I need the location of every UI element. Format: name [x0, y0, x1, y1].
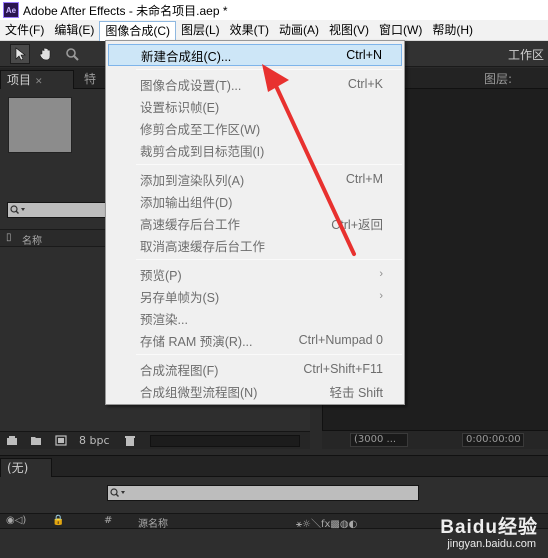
menu-item-cache-work-area[interactable]: 高速缓存后台工作 Ctrl+返回: [108, 212, 402, 234]
menu-item-label: 设置标识帧(E): [140, 100, 220, 115]
menu-item-label: 添加到渲染队列(A): [140, 173, 245, 188]
menu-item-shortcut: Ctrl+N: [346, 48, 382, 62]
composition-footer: (3000 ... 0:00:00:00: [322, 430, 548, 449]
tab-project[interactable]: 项目 ✕: [0, 70, 74, 89]
menu-window[interactable]: 窗口(W): [374, 21, 427, 40]
project-thumbnail: [8, 97, 72, 153]
menu-separator: [136, 69, 402, 70]
menu-item-label: 合成组微型流程图(N): [140, 385, 258, 400]
tab-layer[interactable]: 图层:（无）: [478, 70, 548, 104]
menu-item-save-ram-preview[interactable]: 存储 RAM 预演(R)... Ctrl+Numpad 0: [108, 329, 402, 351]
menu-help[interactable]: 帮助(H): [427, 21, 478, 40]
menu-item-label: 高速缓存后台工作: [140, 217, 241, 232]
menu-separator: [136, 354, 402, 355]
menu-item-shortcut: Ctrl+返回: [331, 217, 383, 232]
label-column-header: #: [104, 515, 113, 526]
visibility-icon[interactable]: ◉◁): [6, 515, 26, 526]
label-icon: ▯: [6, 232, 12, 243]
menu-item-trim-comp[interactable]: 修剪合成至工作区(W): [108, 117, 402, 139]
menu-item-shortcut: Ctrl+Shift+F11: [303, 362, 383, 376]
selection-tool-icon[interactable]: [10, 44, 30, 64]
menu-item-label: 合成流程图(F): [140, 363, 219, 378]
menu-file[interactable]: 文件(F): [0, 21, 49, 40]
zoom-tool-icon[interactable]: [62, 44, 82, 64]
menu-item-cancel-cache[interactable]: 取消高速缓存后台工作: [108, 234, 402, 256]
watermark-logo-text: Baidu经验: [440, 517, 538, 538]
submenu-arrow-icon: ›: [379, 268, 383, 280]
menu-item-comp-flowchart[interactable]: 合成流程图(F) Ctrl+Shift+F11: [108, 358, 402, 380]
menu-item-crop-comp[interactable]: 裁剪合成到目标范围(I): [108, 139, 402, 161]
hand-tool-icon[interactable]: [36, 44, 56, 64]
project-search-input[interactable]: [7, 202, 107, 218]
search-icon: [110, 488, 125, 497]
menu-separator: [136, 164, 402, 165]
menu-view[interactable]: 视图(V): [324, 21, 374, 40]
menu-item-shortcut: 轻击 Shift: [329, 385, 384, 400]
after-effects-logo-icon: Ae: [3, 2, 19, 18]
tab-project-label: 项目: [7, 73, 32, 87]
menu-item-label: 裁剪合成到目标范围(I): [140, 144, 265, 159]
menu-bar: 文件(F) 编辑(E) 图像合成(C) 图层(L) 效果(T) 动画(A) 视图…: [0, 20, 548, 41]
search-icon: [10, 205, 25, 214]
composition-menu-dropdown: 新建合成组(C)... Ctrl+N 图像合成设置(T)... Ctrl+K 设置标…: [105, 40, 405, 405]
close-icon[interactable]: ✕: [35, 77, 43, 87]
menu-animation[interactable]: 动画(A): [274, 21, 324, 40]
menu-item-composition-settings[interactable]: 图像合成设置(T)... Ctrl+K: [108, 73, 402, 95]
menu-item-shortcut: Ctrl+M: [345, 172, 383, 186]
menu-item-label: 新建合成组(C)...: [141, 49, 232, 64]
project-footer: 8 bpc: [0, 431, 310, 449]
menu-edit[interactable]: 编辑(E): [49, 21, 99, 40]
menu-item-add-output-module[interactable]: 添加输出组件(D): [108, 190, 402, 212]
lock-icon[interactable]: 🔒: [52, 515, 64, 526]
menu-item-preview[interactable]: 预览(P) ›: [108, 263, 402, 285]
magnification-select[interactable]: (3000 ...: [350, 433, 408, 447]
menu-item-label: 存储 RAM 预演(R)...: [140, 334, 253, 349]
menu-item-label: 预渲染...: [140, 312, 188, 327]
timeline-search-input[interactable]: [107, 485, 419, 501]
tab-timeline[interactable]: (无): [0, 458, 52, 478]
menu-item-comp-mini-flowchart[interactable]: 合成组微型流程图(N) 轻击 Shift: [108, 380, 402, 402]
baidu-watermark: Baidu经验 jingyan.baidu.com: [408, 512, 540, 554]
menu-item-shortcut: Ctrl+K: [347, 77, 383, 91]
timeline-tab-bar: (无): [0, 455, 548, 478]
menu-layer[interactable]: 图层(L): [176, 21, 225, 40]
menu-item-add-render-queue[interactable]: 添加到渲染队列(A) Ctrl+M: [108, 168, 402, 190]
switches-icons[interactable]: ⚹☼＼fx▩◍◐: [296, 515, 357, 530]
menu-item-shortcut: Ctrl+Numpad 0: [298, 333, 383, 347]
menu-composition[interactable]: 图像合成(C): [99, 20, 176, 41]
menu-separator: [136, 259, 402, 260]
menu-item-label: 取消高速缓存后台工作: [140, 239, 266, 254]
trash-icon[interactable]: [124, 435, 136, 446]
interpret-footage-icon[interactable]: [6, 435, 18, 446]
menu-item-label: 修剪合成至工作区(W): [140, 122, 261, 137]
bit-depth-label[interactable]: 8 bpc: [79, 434, 110, 447]
name-column-header[interactable]: 名称: [22, 232, 42, 247]
new-composition-icon[interactable]: [55, 435, 67, 446]
menu-item-label: 图像合成设置(T)...: [140, 78, 242, 93]
workspace-label[interactable]: 工作区: [508, 46, 544, 63]
title-bar: Ae Adobe After Effects - 未命名项目.aep *: [0, 0, 548, 20]
menu-item-label: 另存单帧为(S): [140, 290, 220, 305]
menu-item-label: 添加输出组件(D): [140, 195, 233, 210]
menu-item-new-composition[interactable]: 新建合成组(C)... Ctrl+N: [108, 44, 402, 66]
watermark-url: jingyan.baidu.com: [447, 538, 536, 550]
submenu-arrow-icon: ›: [379, 290, 383, 302]
current-time-display[interactable]: 0:00:00:00: [462, 433, 524, 447]
menu-item-pre-render[interactable]: 预渲染...: [108, 307, 402, 329]
window-title: Adobe After Effects - 未命名项目.aep *: [23, 3, 228, 18]
menu-item-label: 预览(P): [140, 268, 182, 283]
menu-effect[interactable]: 效果(T): [225, 21, 274, 40]
horizontal-scrollbar[interactable]: [150, 435, 300, 447]
new-folder-icon[interactable]: [30, 435, 42, 446]
menu-item-save-frame-as[interactable]: 另存单帧为(S) ›: [108, 285, 402, 307]
menu-item-set-poster-time[interactable]: 设置标识帧(E): [108, 95, 402, 117]
source-name-column-header[interactable]: 源名称: [138, 515, 168, 530]
